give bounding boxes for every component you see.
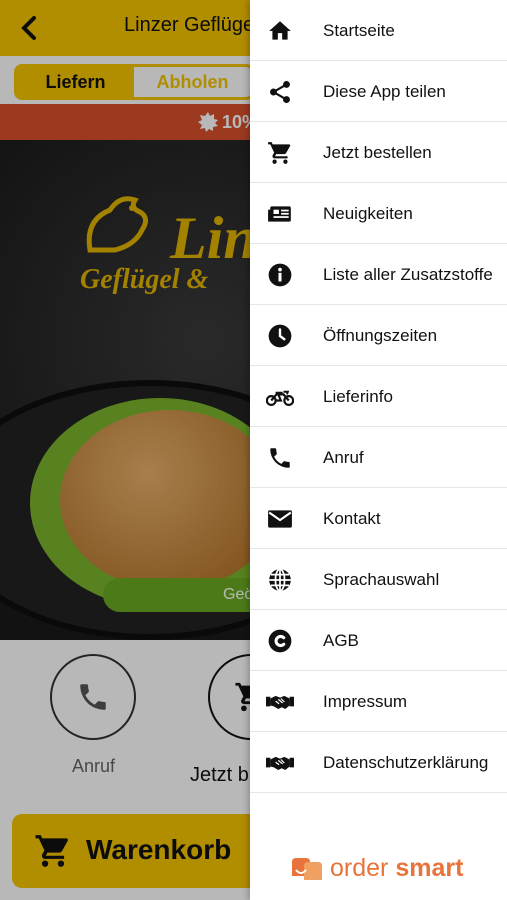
menu-item-startseite[interactable]: Startseite bbox=[250, 0, 507, 61]
ordersmart-mark-icon bbox=[292, 858, 322, 880]
menu-item-label: Impressum bbox=[323, 692, 408, 711]
menu-item-share-app[interactable]: Diese App teilen bbox=[250, 61, 507, 122]
menu-item-opening-hours[interactable]: Öffnungszeiten bbox=[250, 305, 507, 366]
clock-icon bbox=[268, 324, 292, 348]
info-icon bbox=[268, 263, 292, 287]
menu-item-label: AGB bbox=[323, 631, 359, 650]
menu-item-label: Liste aller Zusatzstoffe bbox=[323, 265, 493, 284]
home-icon bbox=[269, 21, 291, 40]
menu-item-label: Datenschutzerklärung bbox=[323, 753, 489, 772]
brand-text-smart: smart bbox=[395, 854, 464, 882]
brand-text: order smart bbox=[330, 854, 463, 883]
menu-item-imprint[interactable]: Impressum bbox=[250, 671, 507, 732]
menu-item-terms[interactable]: AGB bbox=[250, 610, 507, 671]
menu-item-privacy[interactable]: Datenschutzerklärung bbox=[250, 732, 507, 793]
mail-icon bbox=[268, 510, 292, 528]
menu-item-label: Diese App teilen bbox=[323, 82, 446, 101]
menu-item-additives[interactable]: Liste aller Zusatzstoffe bbox=[250, 244, 507, 305]
news-icon bbox=[268, 206, 291, 222]
menu-item-news[interactable]: Neuigkeiten bbox=[250, 183, 507, 244]
menu-item-delivery-info[interactable]: Lieferinfo bbox=[250, 366, 507, 427]
handshake-icon bbox=[266, 695, 294, 709]
menu-item-contact[interactable]: Kontakt bbox=[250, 488, 507, 549]
navigation-drawer: Startseite Diese App teilen Jetzt bestel… bbox=[250, 0, 507, 900]
motorbike-icon bbox=[266, 390, 294, 406]
menu-item-label: Neuigkeiten bbox=[323, 204, 413, 223]
menu-item-label: Öffnungszeiten bbox=[323, 326, 438, 345]
menu-item-order-now[interactable]: Jetzt bestellen bbox=[250, 122, 507, 183]
menu-item-call[interactable]: Anruf bbox=[250, 427, 507, 488]
menu-item-label: Lieferinfo bbox=[323, 387, 393, 406]
handshake-icon bbox=[266, 756, 294, 770]
menu-item-label: Anruf bbox=[323, 448, 364, 467]
menu-item-label: Startseite bbox=[323, 21, 395, 40]
phone-icon bbox=[270, 448, 290, 468]
menu-item-label: Kontakt bbox=[323, 509, 381, 528]
cart-icon bbox=[268, 142, 291, 164]
share-icon bbox=[270, 80, 290, 104]
globe-icon bbox=[269, 568, 291, 592]
menu-item-language[interactable]: Sprachauswahl bbox=[250, 549, 507, 610]
brand-text-order: order bbox=[330, 854, 396, 882]
menu-item-label: Sprachauswahl bbox=[323, 570, 440, 589]
copyright-icon bbox=[268, 629, 292, 653]
menu-item-label: Jetzt bestellen bbox=[323, 143, 432, 162]
